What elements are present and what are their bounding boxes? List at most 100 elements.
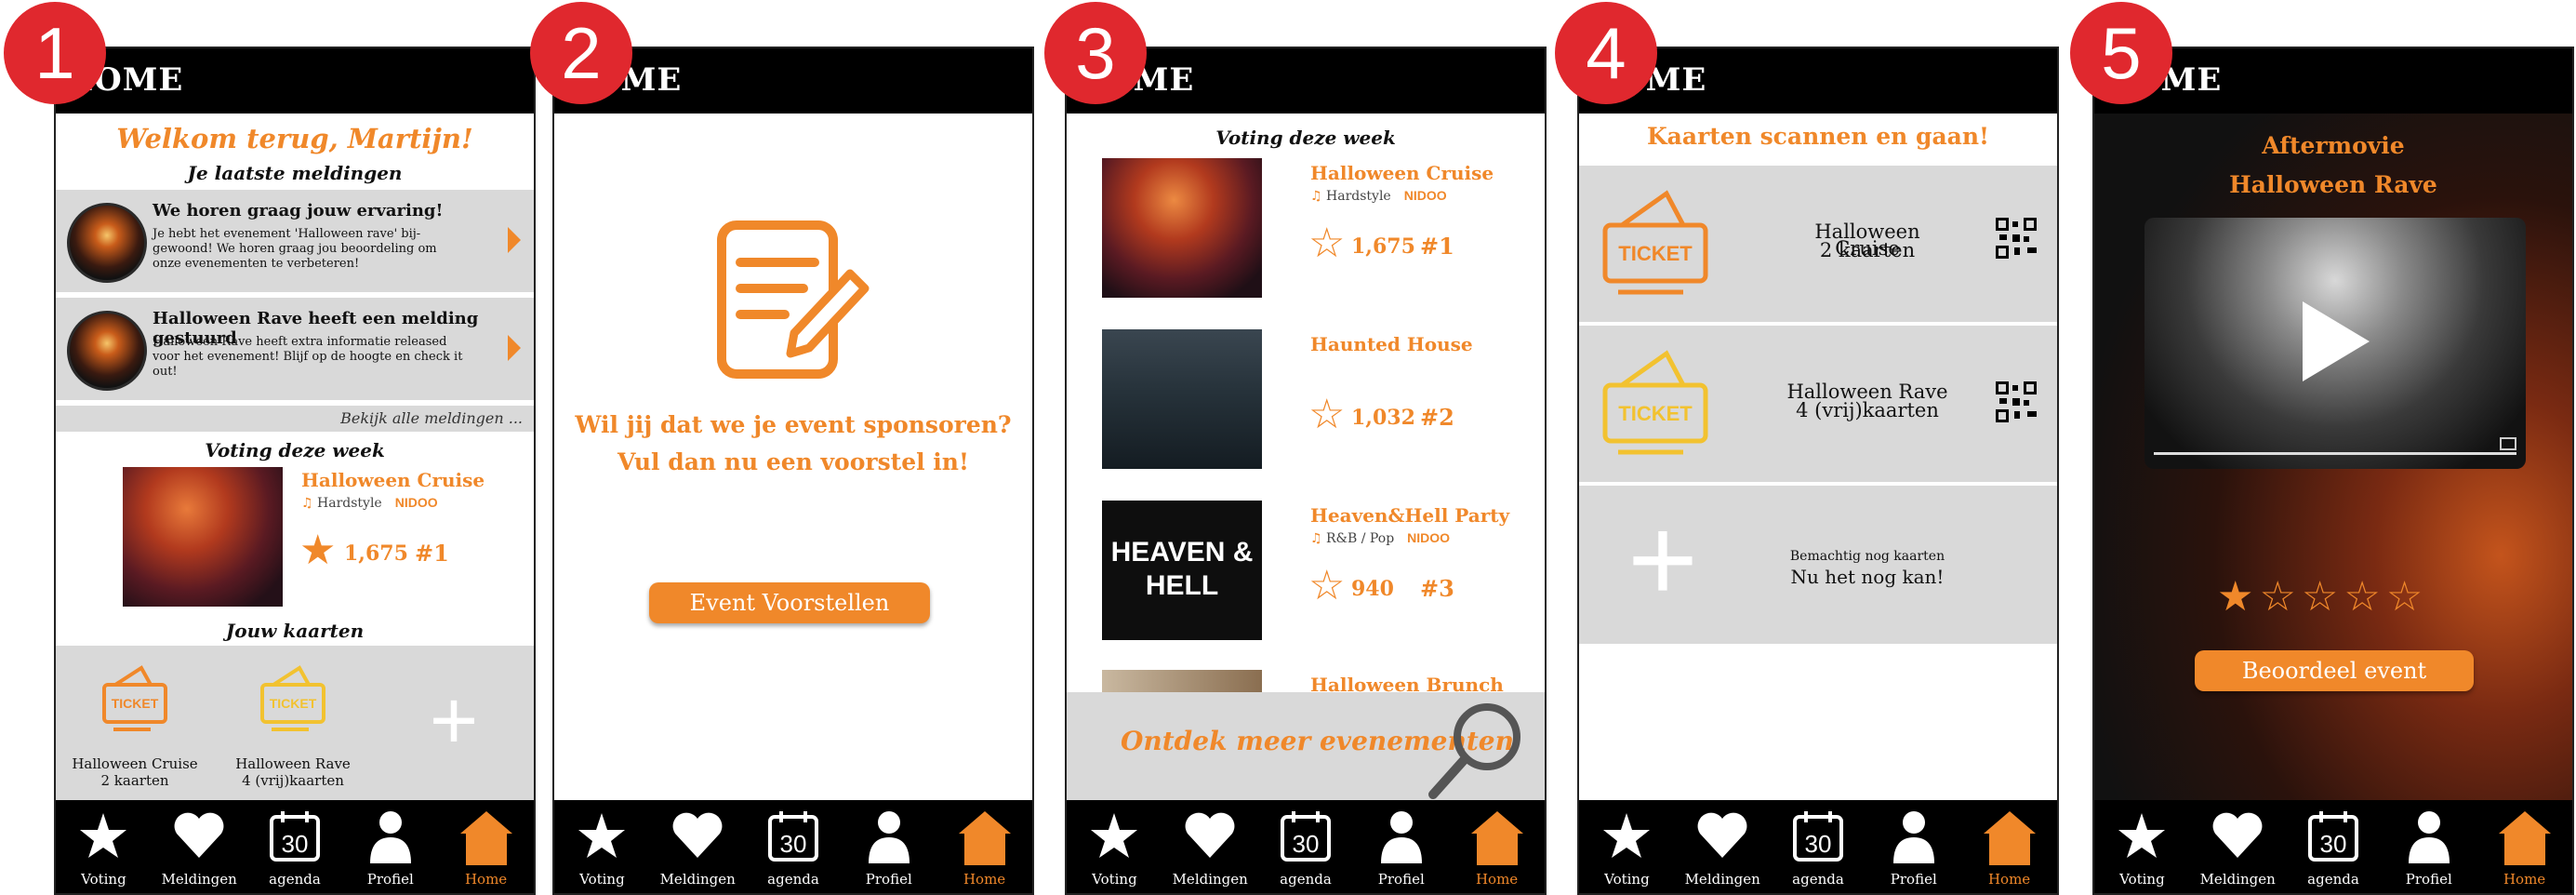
cards-heading: Jouw kaarten [225,620,365,642]
screen-sponsor: HOME Wil jij dat we je event sponsoren? … [552,47,1034,895]
nav-agenda[interactable]: 30 agenda [1258,800,1354,893]
event-title[interactable]: Haunted House [1310,333,1473,355]
heart-icon [1185,812,1235,858]
notification-item[interactable]: We horen graag jouw ervaring! Je hebt he… [56,190,534,292]
nav-meldingen[interactable]: Meldingen [152,800,247,893]
search-icon[interactable] [1420,698,1532,802]
nav-home[interactable]: Home [1961,800,2057,893]
star-icon [2118,813,2166,858]
notification-item[interactable]: Halloween Rave heeft een melding gestuur… [56,298,534,400]
star-outline-icon[interactable]: ☆ [2302,573,2338,621]
bottom-nav: Voting Meldingen 30 agenda Profiel Home [2094,800,2572,893]
nav-meldingen[interactable]: Meldingen [650,800,746,893]
ticket-icon: TICKET [1602,350,1708,455]
nav-home[interactable]: Home [1449,800,1545,893]
nav-home[interactable]: Home [438,800,534,893]
event-title[interactable]: Halloween Cruise [1310,162,1494,184]
event-title[interactable]: Halloween Cruise [301,469,485,491]
event-genre: ♫ Hardstyle NIDOO [301,495,438,511]
nav-home[interactable]: Home [936,800,1032,893]
ticket-count: 4 (vrij)kaarten [1796,399,1939,421]
event-propose-button[interactable]: Event Voorstellen [649,582,930,623]
ticket-card[interactable]: TICKET Halloween Rave 4 (vrij)kaarten [214,646,372,804]
chevron-right-icon[interactable] [508,335,521,361]
rating-stars[interactable]: ★ ☆ ☆ ☆ ☆ [2217,573,2423,621]
nav-meldingen[interactable]: Meldingen [2190,800,2286,893]
nav-agenda[interactable]: 30 agenda [2286,800,2382,893]
event-image[interactable] [1102,158,1262,298]
home-icon [958,811,1011,865]
view-all-link[interactable]: Bekijk alle meldingen ... [340,409,523,427]
nav-home[interactable]: Home [2476,800,2572,893]
qr-code-icon[interactable] [1996,381,2037,422]
bottom-nav: Voting Meldingen 30 agenda Profiel Home [1579,800,2057,893]
calendar-icon: 30 [767,811,818,862]
star-outline-icon[interactable]: ☆ [1308,566,1345,607]
star-outline-icon[interactable]: ☆ [2259,573,2295,621]
calendar-icon: 30 [2307,811,2358,862]
nav-profiel[interactable]: Profiel [1353,800,1449,893]
person-icon [369,811,411,863]
nav-voting[interactable]: Voting [1067,800,1162,893]
event-genre: ♫ R&B / Pop NIDOO [1310,530,1451,546]
play-icon[interactable] [2299,300,2373,383]
plus-icon: + [1627,491,1698,627]
nav-profiel[interactable]: Profiel [342,800,438,893]
ticket-icon: TICKET [1602,190,1708,295]
nav-agenda[interactable]: 30 agenda [1771,800,1866,893]
video-player[interactable] [2144,218,2526,469]
qr-code-icon[interactable] [1996,218,2037,259]
nav-voting[interactable]: Voting [554,800,650,893]
event-title[interactable]: Heaven&Hell Party [1310,504,1509,527]
svg-text:30: 30 [1805,830,1832,858]
chevron-right-icon[interactable] [508,227,521,253]
star-filled-icon[interactable]: ★ [299,530,336,571]
nav-agenda[interactable]: 30 agenda [746,800,842,893]
app-header: HOME [56,48,534,114]
document-edit-icon [717,220,870,379]
star-icon [80,813,127,858]
star-outline-icon[interactable]: ☆ [1308,223,1345,264]
nav-voting[interactable]: Voting [2094,800,2190,893]
ticket-row[interactable]: TICKET Halloween Cruise 2 kaarten [1579,166,2057,322]
add-tickets-row[interactable]: + Bemachtig nog kaarten Nu het nog kan! [1579,486,2057,644]
nav-profiel[interactable]: Profiel [2381,800,2476,893]
nav-meldingen[interactable]: Meldingen [1162,800,1258,893]
event-image[interactable] [1102,329,1262,469]
event-rank: #2 [1420,404,1454,431]
rate-event-button[interactable]: Beoordeel event [2195,650,2474,691]
event-image[interactable]: HEAVEN & HELL [1102,501,1262,640]
home-icon [459,811,512,865]
nav-agenda[interactable]: 30 agenda [247,800,343,893]
star-filled-icon[interactable]: ★ [2217,573,2253,621]
step-badge-2: 2 [530,2,632,104]
home-icon [1470,811,1523,865]
add-card-button[interactable]: + [372,646,534,804]
nav-profiel[interactable]: Profiel [841,800,936,893]
event-rank: #1 [415,540,449,567]
step-badge-1: 1 [4,2,106,104]
event-image[interactable] [123,467,283,607]
aftermovie-event: Halloween Rave [2229,171,2437,198]
calendar-icon: 30 [1280,811,1331,862]
welcome-message: Welkom terug, Martijn! [116,123,473,154]
svg-text:30: 30 [1293,830,1320,858]
star-outline-icon[interactable]: ☆ [1308,394,1345,435]
nav-profiel[interactable]: Profiel [1866,800,1961,893]
star-outline-icon[interactable]: ☆ [2344,573,2380,621]
fullscreen-icon[interactable] [2500,437,2516,450]
nav-meldingen[interactable]: Meldingen [1675,800,1771,893]
star-outline-icon[interactable]: ☆ [2386,573,2423,621]
discover-more-bar[interactable]: Ontdek meer evenementen [1067,692,1545,804]
ticket-row[interactable]: TICKET Halloween Rave 4 (vrij)kaarten [1579,326,2057,482]
person-icon [2408,811,2450,863]
card-count: 2 kaarten [100,772,169,789]
svg-text:TICKET: TICKET [270,696,317,711]
ticket-card[interactable]: TICKET Halloween Cruise 2 kaarten [56,646,214,804]
organizer-logo: NIDOO [1407,530,1451,545]
plus-icon: + [429,675,479,768]
video-progress-bar[interactable] [2154,452,2516,455]
view-all-bar[interactable]: Bekijk alle meldingen ... [56,406,534,432]
nav-voting[interactable]: Voting [56,800,152,893]
nav-voting[interactable]: Voting [1579,800,1675,893]
